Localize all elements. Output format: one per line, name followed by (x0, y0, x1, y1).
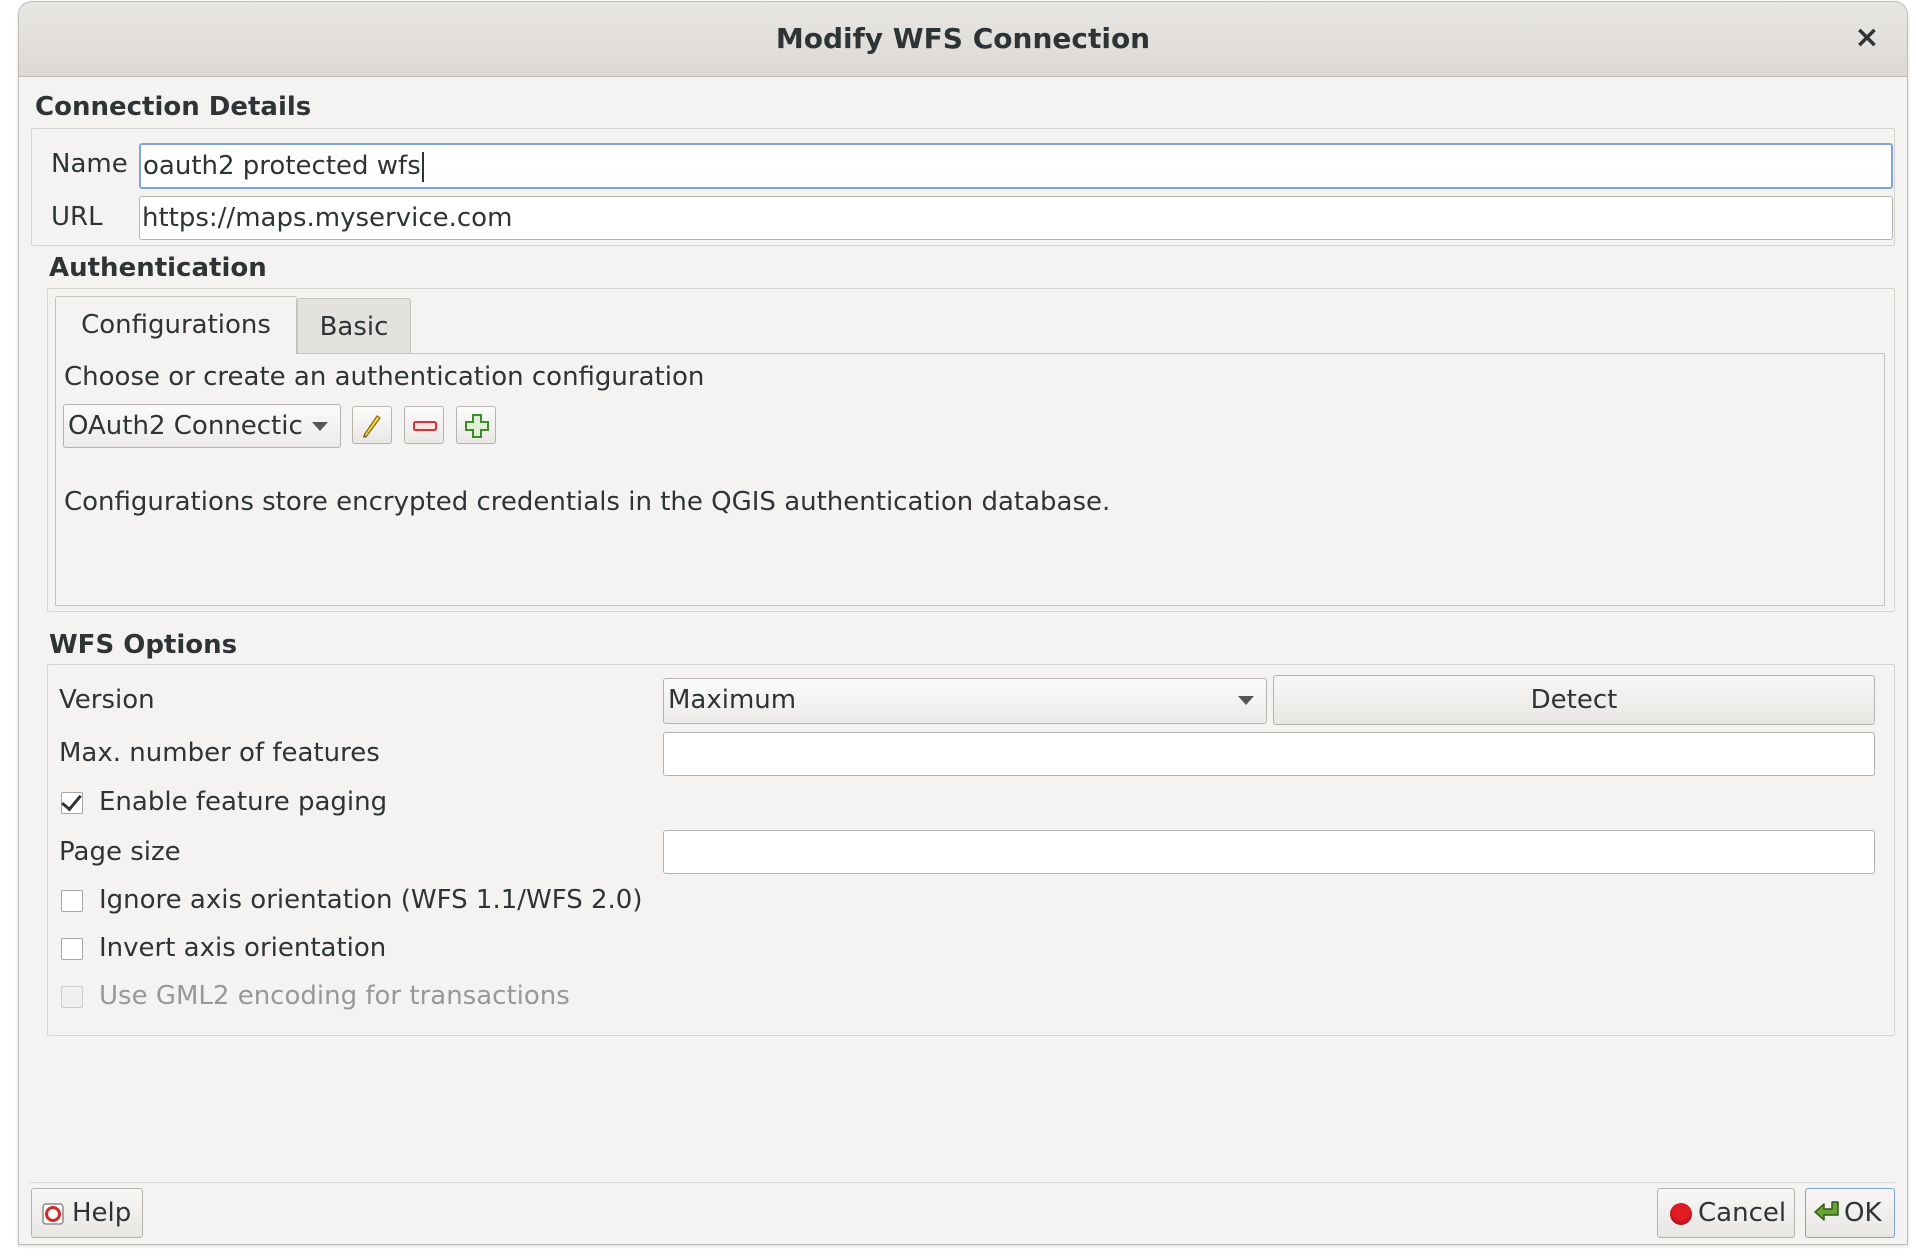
max-features-label: Max. number of features (59, 738, 380, 768)
cancel-button[interactable]: Cancel (1657, 1188, 1795, 1238)
url-input-value: https://maps.myservice.com (142, 203, 513, 233)
ignore-axis-label: Ignore axis orientation (WFS 1.1/WFS 2.0… (99, 885, 643, 915)
chevron-down-icon (312, 422, 328, 431)
gml2-encoding-label: Use GML2 encoding for transactions (99, 981, 570, 1011)
wfs-options-title: WFS Options (49, 630, 238, 660)
chevron-down-icon (1238, 696, 1254, 705)
name-input-value: oauth2 protected wfs (143, 151, 421, 181)
pencil-icon (363, 415, 381, 438)
auth-config-prompt: Choose or create an authentication confi… (64, 362, 705, 392)
cancel-label: Cancel (1698, 1198, 1787, 1228)
auth-config-info: Configurations store encrypted credentia… (64, 487, 1111, 517)
auth-config-selected: OAuth2 Connectic (68, 411, 303, 441)
ok-button[interactable]: OK (1805, 1188, 1895, 1238)
auth-config-combo[interactable]: OAuth2 Connectic (63, 404, 341, 448)
title-bar: Modify WFS Connection × (19, 2, 1907, 77)
modify-wfs-dialog: Modify WFS Connection × Connection Detai… (18, 1, 1908, 1245)
cancel-icon (1670, 1203, 1692, 1225)
tab-configurations[interactable]: Configurations (55, 296, 297, 354)
configurations-panel: Choose or create an authentication confi… (55, 353, 1885, 606)
plus-icon (465, 414, 489, 438)
version-label: Version (59, 685, 155, 715)
version-combo[interactable]: Maximum (663, 678, 1267, 724)
ignore-axis-checkbox[interactable] (61, 890, 83, 912)
page-size-input[interactable] (663, 830, 1875, 874)
connection-details-title: Connection Details (35, 92, 312, 122)
authentication-title: Authentication (49, 253, 267, 283)
bottom-separator (29, 1182, 1895, 1183)
text-caret (421, 151, 424, 182)
edit-config-button[interactable] (352, 406, 392, 444)
return-arrow-icon (1814, 1201, 1839, 1221)
feature-paging-label: Enable feature paging (99, 787, 388, 817)
remove-config-button[interactable] (404, 406, 444, 444)
url-label: URL (51, 202, 103, 232)
dialog-title: Modify WFS Connection (775, 22, 1151, 55)
close-button[interactable]: × (1849, 20, 1885, 56)
help-button[interactable]: Help (31, 1188, 143, 1238)
url-input[interactable]: https://maps.myservice.com (139, 196, 1893, 240)
feature-paging-checkbox[interactable] (61, 792, 83, 814)
add-config-button[interactable] (456, 406, 496, 444)
page-size-label: Page size (59, 837, 181, 867)
help-icon (42, 1203, 64, 1225)
gml2-encoding-checkbox (61, 986, 83, 1008)
name-label: Name (51, 149, 128, 179)
version-selected: Maximum (668, 685, 797, 715)
minus-icon (413, 421, 437, 431)
max-features-input[interactable] (663, 732, 1875, 776)
invert-axis-checkbox[interactable] (61, 938, 83, 960)
name-input[interactable]: oauth2 protected wfs (139, 143, 1893, 189)
invert-axis-label: Invert axis orientation (99, 933, 387, 963)
tab-basic[interactable]: Basic (297, 298, 411, 354)
help-label: Help (72, 1198, 132, 1228)
ok-label: OK (1844, 1198, 1882, 1228)
detect-button[interactable]: Detect (1273, 675, 1875, 725)
